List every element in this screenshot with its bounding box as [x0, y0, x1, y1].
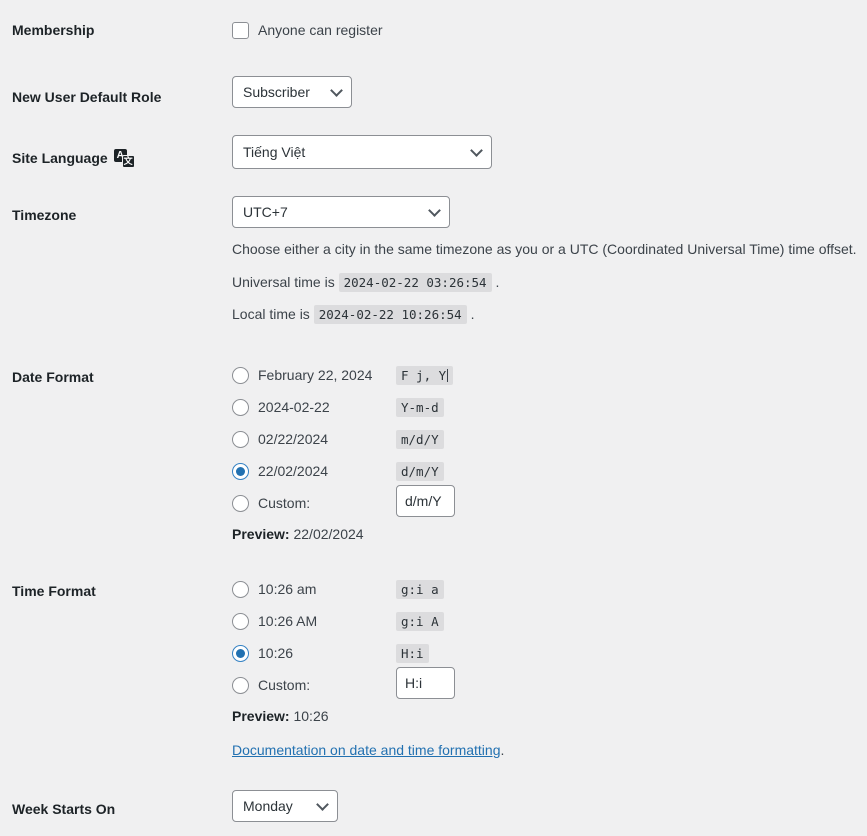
universal-time-suffix: .: [495, 274, 500, 290]
time-format-option-2[interactable]: 10:26 H:i: [232, 643, 429, 663]
timezone-value: UTC+7: [243, 204, 288, 220]
date-format-code-2: m/d/Y: [396, 430, 444, 449]
date-format-sample-0: February 22, 2024: [258, 367, 373, 383]
chevron-down-icon: [316, 798, 329, 811]
radio-button[interactable]: [232, 580, 249, 598]
local-time-value: 2024-02-22 10:26:54: [313, 305, 467, 324]
time-format-sample-0: 10:26 am: [258, 581, 317, 597]
date-format-sample-1: 2024-02-22: [258, 399, 330, 415]
translate-icon: A 文: [113, 148, 135, 168]
local-time-prefix: Local time is: [232, 306, 310, 322]
site-language-label-text: Site Language: [12, 150, 108, 166]
chevron-down-icon: [330, 84, 343, 97]
date-format-option-2[interactable]: 02/22/2024 m/d/Y: [232, 429, 444, 449]
time-format-option-0[interactable]: 10:26 am g:i a: [232, 579, 444, 599]
radio-button[interactable]: [232, 398, 249, 416]
date-format-code-3: d/m/Y: [396, 462, 444, 481]
new-user-default-role-select[interactable]: Subscriber: [232, 76, 352, 108]
date-format-preview-label: Preview:: [232, 526, 290, 542]
time-format-option-1[interactable]: 10:26 AM g:i A: [232, 611, 444, 631]
time-format-sample-2: 10:26: [258, 645, 294, 661]
time-format-code-1: g:i A: [396, 612, 444, 631]
new-user-default-role-label: New User Default Role: [12, 89, 162, 105]
anyone-can-register-checkbox[interactable]: Anyone can register: [232, 20, 383, 40]
radio-button[interactable]: [232, 366, 249, 384]
chevron-down-icon: [428, 204, 441, 217]
date-format-code-0: F j, Y: [396, 366, 454, 385]
date-time-docs: Documentation on date and time formattin…: [232, 740, 504, 760]
week-starts-on-value: Monday: [243, 798, 293, 814]
translate-icon-glyph: 文: [121, 154, 135, 168]
date-format-option-3[interactable]: 22/02/2024 d/m/Y: [232, 461, 444, 481]
site-language-select[interactable]: Tiếng Việt: [232, 135, 492, 169]
documentation-link[interactable]: Documentation on date and time formattin…: [232, 742, 501, 758]
chevron-down-icon: [470, 144, 483, 157]
timezone-description: Choose either a city in the same timezon…: [232, 241, 857, 257]
time-format-code-2: H:i: [396, 644, 429, 663]
timezone-label: Timezone: [12, 207, 77, 223]
time-format-preview-value: 10:26: [293, 708, 329, 724]
radio-button[interactable]: [232, 430, 249, 448]
time-format-code-0: g:i a: [396, 580, 444, 599]
date-format-custom-input[interactable]: d/m/Y: [396, 485, 455, 517]
radio-button[interactable]: [232, 644, 249, 662]
radio-button[interactable]: [232, 612, 249, 630]
date-format-preview-value: 22/02/2024: [293, 526, 364, 542]
general-settings-form: Membership Anyone can register New User …: [0, 0, 867, 836]
time-format-custom-input[interactable]: H:i: [396, 667, 455, 699]
local-time-line: Local time is 2024-02-22 10:26:54 .: [232, 304, 857, 325]
week-starts-on-select[interactable]: Monday: [232, 790, 338, 822]
date-format-option-1[interactable]: 2024-02-22 Y-m-d: [232, 397, 444, 417]
time-format-option-custom[interactable]: Custom: H:i: [232, 667, 455, 699]
time-format-sample-1: 10:26 AM: [258, 613, 318, 629]
anyone-can-register-label: Anyone can register: [258, 22, 383, 38]
date-format-sample-2: 02/22/2024: [258, 431, 329, 447]
site-language-label: Site Language A 文: [12, 148, 212, 168]
time-format-preview: Preview: 10:26: [232, 706, 329, 726]
site-language-value: Tiếng Việt: [243, 144, 306, 160]
date-format-label: Date Format: [12, 369, 94, 385]
time-format-preview-label: Preview:: [232, 708, 290, 724]
universal-time-value: 2024-02-22 03:26:54: [338, 273, 492, 292]
radio-button[interactable]: [232, 462, 249, 480]
date-format-custom-label: Custom:: [258, 495, 311, 511]
checkbox-box[interactable]: [232, 21, 249, 39]
time-format-custom-label: Custom:: [258, 677, 311, 693]
date-format-option-custom[interactable]: Custom: d/m/Y: [232, 485, 455, 517]
universal-time-line: Universal time is 2024-02-22 03:26:54 .: [232, 272, 857, 293]
new-user-default-role-value: Subscriber: [243, 84, 310, 100]
timezone-select[interactable]: UTC+7: [232, 196, 450, 228]
week-starts-on-label: Week Starts On: [12, 801, 116, 817]
local-time-suffix: .: [470, 306, 475, 322]
documentation-link-suffix: .: [500, 742, 505, 758]
universal-time-prefix: Universal time is: [232, 274, 335, 290]
date-format-preview: Preview: 22/02/2024: [232, 524, 364, 544]
date-format-sample-3: 22/02/2024: [258, 463, 329, 479]
membership-label: Membership: [12, 22, 95, 38]
time-format-label: Time Format: [12, 583, 96, 599]
date-format-option-0[interactable]: February 22, 2024 F j, Y: [232, 365, 454, 385]
radio-button[interactable]: [232, 676, 249, 694]
radio-button[interactable]: [232, 494, 249, 512]
date-format-code-1: Y-m-d: [396, 398, 444, 417]
